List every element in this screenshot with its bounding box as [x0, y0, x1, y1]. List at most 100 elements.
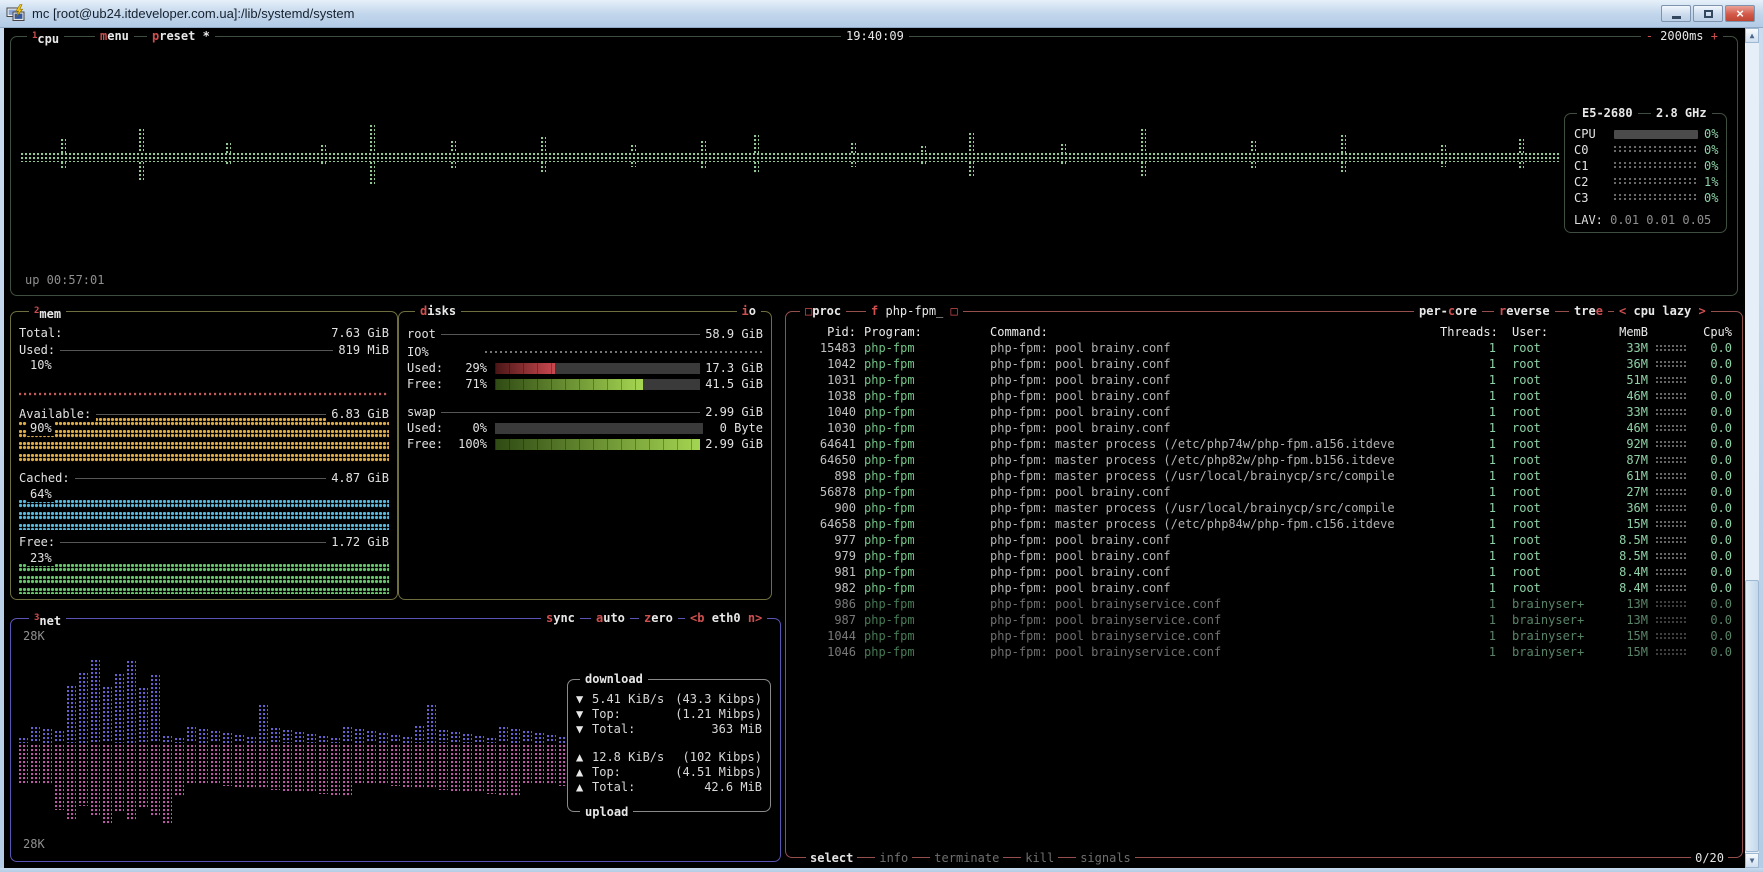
- process-row[interactable]: 15483php-fpmphp-fpm: pool brainy.conf1ro…: [794, 340, 1734, 356]
- disk-used-bar: [495, 363, 703, 374]
- process-row[interactable]: 1046php-fpmphp-fpm: pool brainyservice.c…: [794, 644, 1734, 660]
- mem-box-title[interactable]: 2mem: [29, 303, 66, 322]
- net-stat-row: ▲Total:42.6 MiB: [576, 780, 762, 795]
- maximize-icon: [1704, 10, 1713, 18]
- scroll-up-button[interactable]: ▲: [1745, 28, 1759, 43]
- process-row[interactable]: 64658php-fpmphp-fpm: master process (/et…: [794, 516, 1734, 532]
- cpu-core-list: CPU0%C00%C10%C21%C30%: [1565, 126, 1726, 206]
- disk-swap-used-row: Used:0% 0 Byte: [407, 420, 763, 436]
- minimize-icon: [1672, 16, 1681, 19]
- cpu-info-panel: E5-2680 2.8 GHz CPU0%C00%C10%C21%C30% LA…: [1564, 113, 1727, 233]
- net-sync-button[interactable]: sync: [541, 610, 580, 626]
- info-button[interactable]: info: [875, 850, 912, 866]
- update-interval: - 2000ms +: [1641, 28, 1723, 44]
- process-row[interactable]: 64650php-fpmphp-fpm: master process (/et…: [794, 452, 1734, 468]
- proc-footer: select info terminate kill signals: [806, 850, 1135, 866]
- mem-cached-row: Cached:4.87 GiB: [19, 470, 389, 486]
- net-stat-row: ▼Top:(1.21 Mibps): [576, 707, 762, 722]
- proc-filter[interactable]: f php-fpm_ □: [866, 303, 963, 319]
- cpu-core-row: CPU0%: [1565, 126, 1726, 142]
- cpu-usage-graph: [21, 127, 1561, 189]
- net-zero-button[interactable]: zero: [639, 610, 678, 626]
- signals-button[interactable]: signals: [1076, 850, 1135, 866]
- window-border-right: [1759, 28, 1763, 872]
- preset-button[interactable]: preset *: [147, 28, 215, 44]
- disks-box: disks io root58.9 GiB IO% Used:29% 17.3 …: [398, 311, 772, 600]
- scrollbar[interactable]: ▲ ▼: [1745, 28, 1759, 868]
- close-button[interactable]: ×: [1725, 5, 1755, 22]
- select-button[interactable]: select: [806, 850, 857, 866]
- filter-clear-button[interactable]: □: [951, 304, 958, 318]
- net-stats-box: download ▼5.41 KiB/s(43.3 Kibps)▼Top:(1.…: [567, 679, 771, 812]
- per-core-button[interactable]: per-core: [1414, 303, 1482, 319]
- tree-button[interactable]: tree: [1569, 303, 1608, 319]
- cpu-box-title[interactable]: 1cpu: [27, 28, 64, 47]
- net-box-title[interactable]: 3net: [29, 610, 66, 629]
- cpu-model-label: E5-2680: [1577, 105, 1638, 121]
- process-row[interactable]: 979php-fpmphp-fpm: pool brainy.conf1root…: [794, 548, 1734, 564]
- interval-minus-button[interactable]: -: [1646, 29, 1653, 43]
- sort-next-icon[interactable]: >: [1699, 304, 1706, 318]
- reverse-button[interactable]: reverse: [1494, 303, 1555, 319]
- terminate-button[interactable]: terminate: [930, 850, 1003, 866]
- process-row[interactable]: 56878php-fpmphp-fpm: pool brainy.conf1ro…: [794, 484, 1734, 500]
- net-stats-list: ▼5.41 KiB/s(43.3 Kibps)▼Top:(1.21 Mibps)…: [576, 692, 762, 795]
- cpu-core-row: C00%: [1565, 142, 1726, 158]
- mem-free-row: Free:1.72 GiB: [19, 534, 389, 550]
- process-row[interactable]: 987php-fpmphp-fpm: pool brainyservice.co…: [794, 612, 1734, 628]
- process-row[interactable]: 64641php-fpmphp-fpm: master process (/et…: [794, 436, 1734, 452]
- proc-box-title[interactable]: □proc: [800, 303, 846, 319]
- net-stat-row: ▲12.8 KiB/s(102 Kibps): [576, 750, 762, 765]
- cpu-freq-label: 2.8 GHz: [1651, 105, 1712, 121]
- process-row[interactable]: 1038php-fpmphp-fpm: pool brainy.conf1roo…: [794, 388, 1734, 404]
- sort-selector[interactable]: < cpu lazy >: [1614, 303, 1711, 319]
- mem-used-row: Used:819 MiB: [19, 342, 389, 358]
- titlebar[interactable]: mc [root@ub24.itdeveloper.com.ua]:/lib/s…: [0, 0, 1763, 28]
- disk-io-sparkline: [485, 351, 765, 356]
- net-scale-bottom: 28K: [21, 837, 47, 851]
- net-stat-row: ▼Total:363 MiB: [576, 722, 762, 737]
- mem-free-percent: 23%: [27, 550, 55, 566]
- cpu-core-row: C21%: [1565, 174, 1726, 190]
- interval-plus-button[interactable]: +: [1711, 29, 1718, 43]
- disks-box-title[interactable]: disks: [415, 303, 461, 319]
- scrollbar-thumb[interactable]: [1745, 580, 1759, 852]
- process-row[interactable]: 1031php-fpmphp-fpm: pool brainy.conf1roo…: [794, 372, 1734, 388]
- cpu-box: 1cpu menu preset * 19:40:09 - 2000ms + u…: [10, 36, 1738, 296]
- minimize-button[interactable]: [1661, 5, 1691, 22]
- maximize-button[interactable]: [1693, 5, 1723, 22]
- net-stat-row: ▼5.41 KiB/s(43.3 Kibps): [576, 692, 762, 707]
- process-row[interactable]: 982php-fpmphp-fpm: pool brainy.conf1root…: [794, 580, 1734, 596]
- download-title: download: [580, 671, 648, 687]
- mem-available-percent: 90%: [27, 420, 55, 436]
- sort-prev-icon[interactable]: <: [1619, 304, 1626, 318]
- menu-button[interactable]: menu: [95, 28, 134, 44]
- scroll-down-button[interactable]: ▼: [1745, 853, 1759, 868]
- mem-box: 2mem Total:7.63 GiB Used:819 MiB 10% Ava…: [10, 311, 398, 600]
- io-mode-button[interactable]: io: [737, 303, 761, 319]
- putty-app-icon: [6, 4, 26, 24]
- process-row[interactable]: 1030php-fpmphp-fpm: pool brainy.conf1roo…: [794, 420, 1734, 436]
- kill-button[interactable]: kill: [1021, 850, 1058, 866]
- process-row[interactable]: 977php-fpmphp-fpm: pool brainy.conf1root…: [794, 532, 1734, 548]
- disk-root-used-row: Used:29% 17.3 GiB: [407, 360, 763, 376]
- mem-used-percent: 10%: [27, 357, 55, 373]
- process-row[interactable]: 1040php-fpmphp-fpm: pool brainy.conf1roo…: [794, 404, 1734, 420]
- mem-total-row: Total:7.63 GiB: [19, 325, 389, 341]
- mem-used-meter: [19, 392, 389, 397]
- proc-table-header: Pid: Program: Command: Threads: User: Me…: [794, 324, 1734, 340]
- process-row[interactable]: 1044php-fpmphp-fpm: pool brainyservice.c…: [794, 628, 1734, 644]
- terminal: 1cpu menu preset * 19:40:09 - 2000ms + u…: [4, 28, 1745, 868]
- process-row[interactable]: 981php-fpmphp-fpm: pool brainy.conf1root…: [794, 564, 1734, 580]
- proc-box: □proc f php-fpm_ □ per-core reverse tree…: [785, 311, 1743, 858]
- process-row[interactable]: 1042php-fpmphp-fpm: pool brainy.conf1roo…: [794, 356, 1734, 372]
- uptime-label: up 00:57:01: [25, 273, 104, 287]
- process-row[interactable]: 986php-fpmphp-fpm: pool brainyservice.co…: [794, 596, 1734, 612]
- net-auto-button[interactable]: auto: [591, 610, 630, 626]
- process-row[interactable]: 898php-fpmphp-fpm: master process (/usr/…: [794, 468, 1734, 484]
- upload-title: upload: [580, 804, 633, 820]
- net-interface-switcher[interactable]: <b eth0 n>: [685, 610, 767, 626]
- process-row[interactable]: 900php-fpmphp-fpm: master process (/usr/…: [794, 500, 1734, 516]
- cpu-core-row: C10%: [1565, 158, 1726, 174]
- window-title: mc [root@ub24.itdeveloper.com.ua]:/lib/s…: [32, 6, 1661, 21]
